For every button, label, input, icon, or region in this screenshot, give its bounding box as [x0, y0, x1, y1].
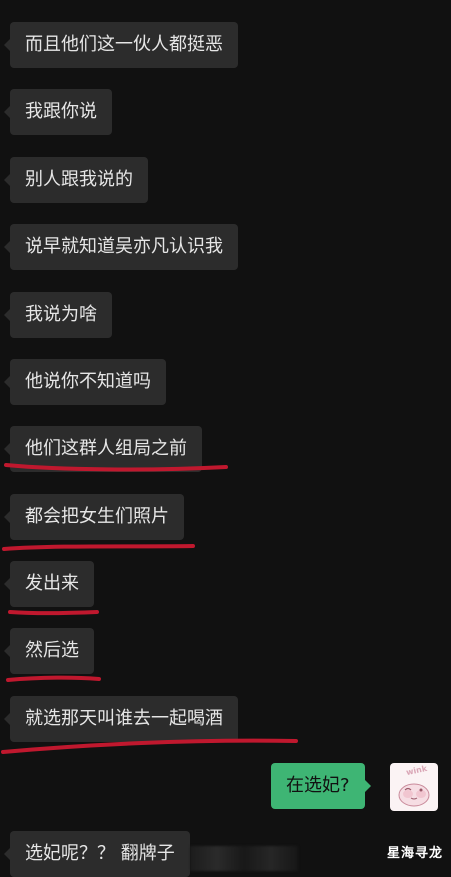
- message-bubble-incoming[interactable]: 都会把女生们照片: [4, 494, 184, 540]
- red-underline-mark: [8, 610, 99, 616]
- watermark-text: 星海寻龙: [386, 846, 443, 861]
- message-bubble-incoming[interactable]: 就选那天叫谁去一起喝酒: [4, 696, 238, 742]
- message-bubble-incoming[interactable]: 我说为啥: [4, 292, 112, 338]
- blurred-overlay: [190, 846, 298, 871]
- message-bubble-incoming[interactable]: 他们这群人组局之前: [4, 426, 202, 472]
- red-underline-mark: [6, 675, 101, 682]
- message-bubble-incoming[interactable]: 别人跟我说的: [4, 157, 148, 203]
- message-bubble-incoming[interactable]: 我跟你说: [4, 89, 112, 135]
- cartoon-avatar-icon[interactable]: wink: [390, 763, 438, 811]
- message-bubble-incoming[interactable]: 他说你不知道吗: [4, 359, 166, 405]
- message-bubble-incoming[interactable]: 说早就知道吴亦凡认识我: [4, 224, 238, 270]
- message-bubble-incoming[interactable]: 然后选: [4, 628, 94, 674]
- red-underline-mark: [1, 738, 298, 754]
- red-underline-mark: [2, 544, 195, 551]
- message-bubble-incoming[interactable]: 发出来: [4, 561, 94, 607]
- message-bubble-outgoing[interactable]: 在选妃?: [271, 763, 371, 809]
- chat-window: 而且他们这一伙人都挺恶 我跟你说 别人跟我说的 说早就知道吴亦凡认识我 我说为啥…: [0, 0, 451, 877]
- message-bubble-incoming[interactable]: 选妃呢？？ 翻牌子: [4, 831, 190, 877]
- message-bubble-incoming[interactable]: 而且他们这一伙人都挺恶: [4, 22, 238, 68]
